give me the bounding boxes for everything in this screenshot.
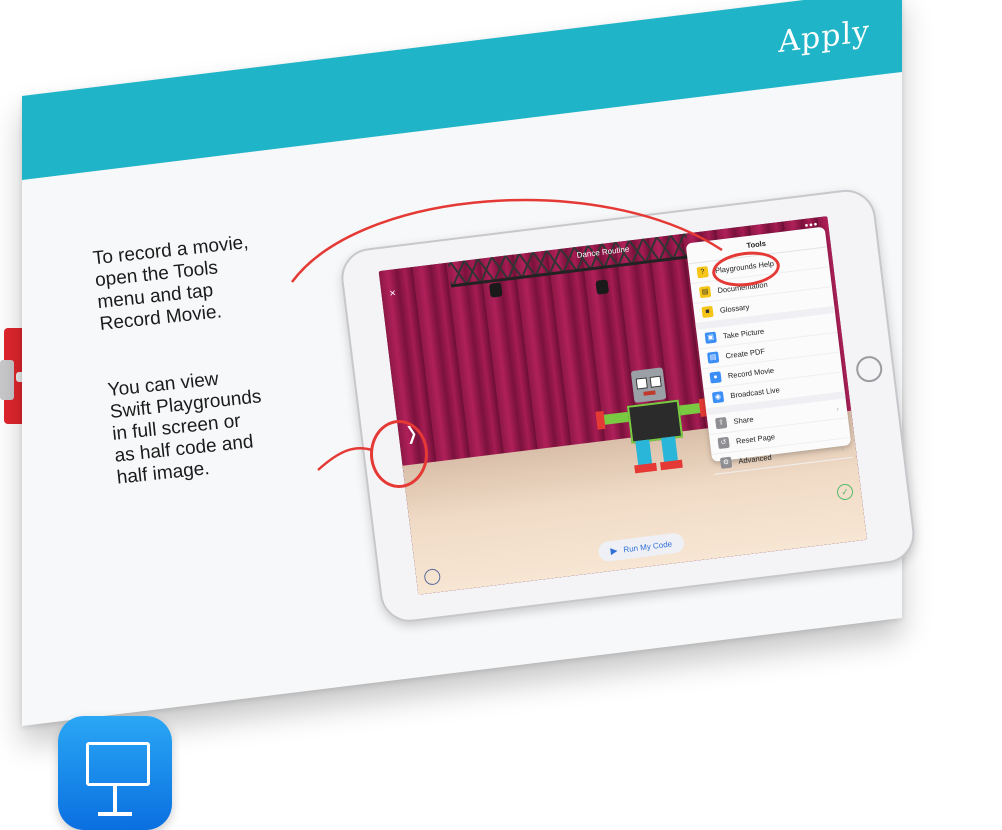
gear-icon: ⚙ [719,456,733,469]
chevron-right-icon: › [840,443,845,454]
playground-screen: Dance Routine × ••• ❭ ✓ ▶ Run My Code Too… [378,216,868,595]
slide-header-band: Apply [22,0,902,181]
menu-item-label: Share [733,414,755,427]
chevron-right-icon: › [835,404,840,414]
menu-item-label: Record Movie [727,365,775,381]
menu-item-label: Glossary [719,302,750,315]
share-icon: ⇪ [715,416,728,430]
ipad-device: Dance Routine × ••• ❭ ✓ ▶ Run My Code Too… [338,186,918,626]
pdf-icon: ▤ [707,351,720,364]
documentation-icon: ▤ [698,285,712,299]
close-icon[interactable]: × [389,287,397,300]
chevron-highlight-circle [370,420,428,488]
reset-icon: ↺ [717,436,730,450]
spotlight-icon [489,282,503,298]
spotlight-icon [595,279,610,295]
run-button-label: Run My Code [622,539,673,555]
menu-item-label: Create PDF [725,346,766,361]
video-icon: ● [709,371,722,384]
note-record-movie: To record a movie, open the Tools menu a… [91,232,250,335]
camera-icon: ▣ [704,331,717,344]
menu-item-label: Take Picture [722,326,765,341]
slide-title: Apply [778,13,870,61]
keynote-app-icon [58,716,172,830]
glossary-icon: ■ [701,305,714,319]
menu-item-label: Advanced [737,452,773,466]
play-icon: ▶ [609,545,619,556]
note-view-modes: You can view Swift Playgrounds in full s… [106,368,263,489]
robot-character [591,363,714,486]
broadcast-icon: ◉ [711,391,725,404]
menu-item-label: Broadcast Live [729,385,781,401]
home-button[interactable] [854,354,884,384]
menu-item-label: Reset Page [735,432,776,446]
help-icon: ? [696,266,709,279]
